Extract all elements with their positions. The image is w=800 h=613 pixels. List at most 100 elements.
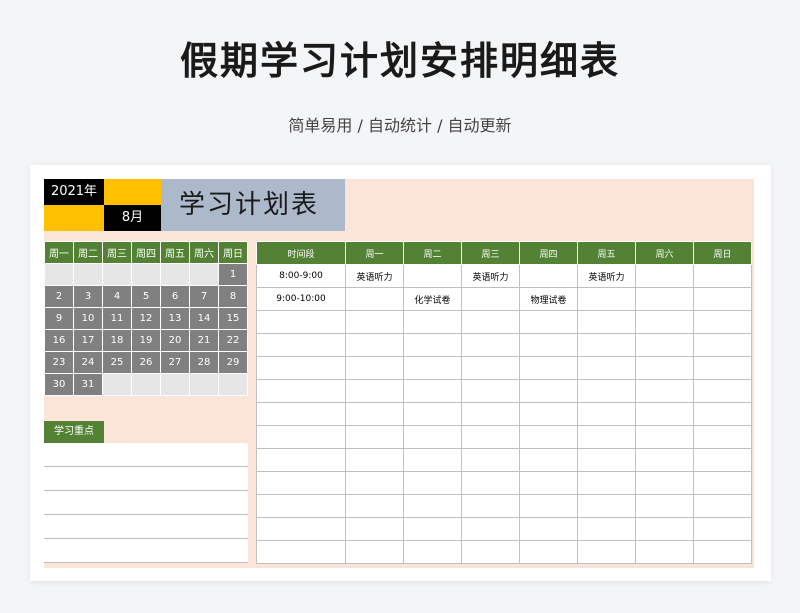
schedule-task-cell[interactable] bbox=[635, 356, 694, 380]
schedule-task-cell[interactable] bbox=[577, 356, 636, 380]
schedule-time-cell[interactable] bbox=[256, 425, 346, 449]
schedule-task-cell[interactable]: 英语听力 bbox=[345, 264, 404, 288]
schedule-task-cell[interactable] bbox=[403, 356, 462, 380]
schedule-task-cell[interactable] bbox=[461, 333, 520, 357]
schedule-task-cell[interactable] bbox=[519, 448, 578, 472]
calendar-day-cell[interactable]: 1 bbox=[218, 263, 248, 286]
schedule-task-cell[interactable] bbox=[403, 379, 462, 403]
schedule-task-cell[interactable] bbox=[577, 425, 636, 449]
schedule-task-cell[interactable] bbox=[635, 402, 694, 426]
schedule-task-cell[interactable] bbox=[403, 333, 462, 357]
calendar-day-cell[interactable]: 8 bbox=[218, 285, 248, 308]
calendar-empty-cell[interactable] bbox=[160, 263, 190, 286]
calendar-day-cell[interactable]: 13 bbox=[160, 307, 190, 330]
schedule-task-cell[interactable] bbox=[345, 333, 404, 357]
calendar-day-cell[interactable]: 29 bbox=[218, 351, 248, 374]
calendar-day-cell[interactable]: 21 bbox=[189, 329, 219, 352]
calendar-day-cell[interactable]: 23 bbox=[44, 351, 74, 374]
schedule-task-cell[interactable] bbox=[577, 471, 636, 495]
schedule-task-cell[interactable] bbox=[693, 540, 752, 564]
calendar-day-cell[interactable]: 7 bbox=[189, 285, 219, 308]
schedule-task-cell[interactable] bbox=[577, 402, 636, 426]
schedule-task-cell[interactable] bbox=[461, 379, 520, 403]
calendar-day-cell[interactable]: 26 bbox=[131, 351, 161, 374]
schedule-task-cell[interactable] bbox=[345, 494, 404, 518]
calendar-day-cell[interactable]: 2 bbox=[44, 285, 74, 308]
calendar-day-cell[interactable]: 14 bbox=[189, 307, 219, 330]
calendar-day-cell[interactable]: 22 bbox=[218, 329, 248, 352]
schedule-task-cell[interactable] bbox=[403, 471, 462, 495]
schedule-task-cell[interactable] bbox=[577, 540, 636, 564]
schedule-task-cell[interactable] bbox=[693, 494, 752, 518]
schedule-task-cell[interactable] bbox=[519, 310, 578, 334]
schedule-task-cell[interactable] bbox=[577, 333, 636, 357]
schedule-task-cell[interactable] bbox=[461, 356, 520, 380]
schedule-task-cell[interactable] bbox=[577, 379, 636, 403]
schedule-task-cell[interactable] bbox=[635, 425, 694, 449]
schedule-time-cell[interactable] bbox=[256, 540, 346, 564]
schedule-time-cell[interactable] bbox=[256, 379, 346, 403]
study-focus-note-line[interactable] bbox=[44, 466, 248, 491]
schedule-task-cell[interactable] bbox=[519, 402, 578, 426]
calendar-empty-cell[interactable] bbox=[189, 373, 219, 396]
schedule-time-cell[interactable]: 9:00-10:00 bbox=[256, 287, 346, 311]
calendar-day-cell[interactable]: 12 bbox=[131, 307, 161, 330]
calendar-day-cell[interactable]: 5 bbox=[131, 285, 161, 308]
schedule-task-cell[interactable] bbox=[403, 310, 462, 334]
calendar-day-cell[interactable]: 16 bbox=[44, 329, 74, 352]
schedule-task-cell[interactable] bbox=[577, 494, 636, 518]
calendar-day-cell[interactable]: 25 bbox=[102, 351, 132, 374]
calendar-empty-cell[interactable] bbox=[160, 373, 190, 396]
calendar-day-cell[interactable]: 24 bbox=[73, 351, 103, 374]
schedule-task-cell[interactable] bbox=[519, 264, 578, 288]
schedule-time-cell[interactable] bbox=[256, 356, 346, 380]
schedule-task-cell[interactable] bbox=[461, 517, 520, 541]
calendar-day-cell[interactable]: 15 bbox=[218, 307, 248, 330]
schedule-time-cell[interactable] bbox=[256, 333, 346, 357]
calendar-day-cell[interactable]: 28 bbox=[189, 351, 219, 374]
schedule-time-cell[interactable] bbox=[256, 494, 346, 518]
schedule-task-cell[interactable] bbox=[635, 471, 694, 495]
schedule-time-cell[interactable] bbox=[256, 310, 346, 334]
study-focus-note-line[interactable] bbox=[44, 490, 248, 515]
schedule-task-cell[interactable] bbox=[403, 494, 462, 518]
schedule-task-cell[interactable] bbox=[461, 310, 520, 334]
calendar-empty-cell[interactable] bbox=[102, 263, 132, 286]
calendar-day-cell[interactable]: 9 bbox=[44, 307, 74, 330]
schedule-task-cell[interactable] bbox=[635, 494, 694, 518]
schedule-task-cell[interactable] bbox=[345, 425, 404, 449]
schedule-task-cell[interactable]: 英语听力 bbox=[577, 264, 636, 288]
calendar-day-cell[interactable]: 30 bbox=[44, 373, 74, 396]
schedule-task-cell[interactable] bbox=[693, 356, 752, 380]
calendar-empty-cell[interactable] bbox=[218, 373, 248, 396]
month-cell[interactable]: 8月 bbox=[104, 205, 161, 231]
schedule-task-cell[interactable] bbox=[345, 287, 404, 311]
study-focus-note-line[interactable] bbox=[44, 514, 248, 539]
schedule-time-cell[interactable] bbox=[256, 402, 346, 426]
schedule-task-cell[interactable] bbox=[403, 448, 462, 472]
schedule-task-cell[interactable] bbox=[345, 471, 404, 495]
schedule-task-cell[interactable] bbox=[693, 402, 752, 426]
schedule-task-cell[interactable] bbox=[693, 287, 752, 311]
schedule-task-cell[interactable] bbox=[577, 448, 636, 472]
schedule-task-cell[interactable]: 化学试卷 bbox=[403, 287, 462, 311]
schedule-task-cell[interactable] bbox=[519, 517, 578, 541]
calendar-empty-cell[interactable] bbox=[73, 263, 103, 286]
schedule-task-cell[interactable] bbox=[577, 517, 636, 541]
schedule-task-cell[interactable] bbox=[403, 425, 462, 449]
schedule-task-cell[interactable] bbox=[403, 517, 462, 541]
schedule-task-cell[interactable] bbox=[345, 448, 404, 472]
schedule-task-cell[interactable] bbox=[345, 517, 404, 541]
calendar-empty-cell[interactable] bbox=[102, 373, 132, 396]
calendar-day-cell[interactable]: 18 bbox=[102, 329, 132, 352]
calendar-empty-cell[interactable] bbox=[44, 263, 74, 286]
schedule-task-cell[interactable] bbox=[345, 310, 404, 334]
schedule-task-cell[interactable] bbox=[345, 402, 404, 426]
schedule-task-cell[interactable] bbox=[635, 540, 694, 564]
schedule-task-cell[interactable] bbox=[693, 379, 752, 403]
schedule-task-cell[interactable] bbox=[461, 494, 520, 518]
schedule-task-cell[interactable] bbox=[519, 333, 578, 357]
schedule-task-cell[interactable] bbox=[635, 287, 694, 311]
schedule-task-cell[interactable] bbox=[693, 425, 752, 449]
schedule-task-cell[interactable] bbox=[693, 310, 752, 334]
